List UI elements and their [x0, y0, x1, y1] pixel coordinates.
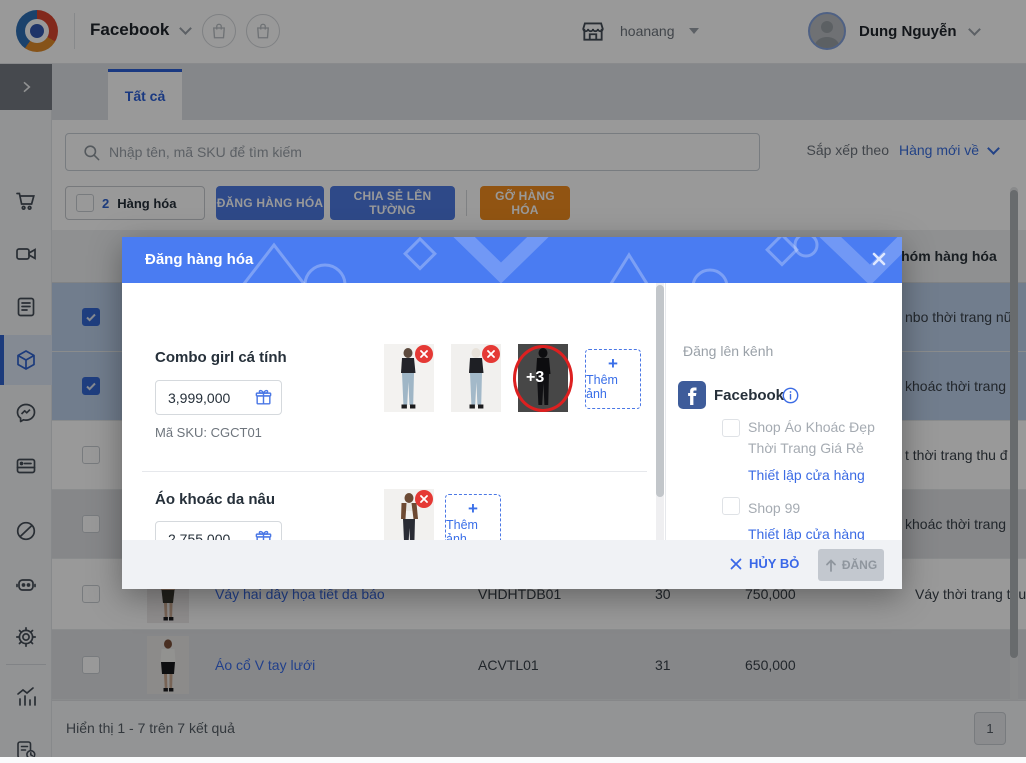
modal-footer: HỦY BỎ ĐĂNG	[122, 540, 902, 589]
facebook-icon	[678, 381, 706, 409]
plus-icon: +	[608, 354, 618, 373]
post-products-modal: Đăng hàng hóa Combo girl cá tính Mã SKU:…	[122, 237, 902, 589]
channel-panel-title: Đăng lên kênh	[683, 343, 774, 359]
channel-name: Facebook	[714, 387, 785, 404]
gift-price-icon[interactable]	[254, 388, 273, 407]
close-icon	[420, 495, 428, 503]
remove-image-button[interactable]	[415, 490, 433, 508]
submit-button[interactable]: ĐĂNG	[818, 549, 884, 581]
highlight-circle	[513, 345, 573, 412]
modal-body: Combo girl cá tính Mã SKU: CGCT01 +3	[122, 283, 902, 581]
bottom-strip	[0, 757, 1026, 763]
shop-checkbox[interactable]	[722, 419, 740, 437]
app-root: Facebook hoanang Dung Nguyễn Tất cả Nhập…	[0, 0, 1026, 763]
arrow-up-icon	[825, 558, 836, 572]
modal-product-name: Combo girl cá tính	[155, 349, 287, 366]
add-image-label: Thêm ảnh	[586, 373, 618, 401]
cancel-label: HỦY BỎ	[749, 556, 800, 571]
close-icon	[487, 350, 495, 358]
close-icon	[420, 350, 428, 358]
shop-setup-link[interactable]: Thiết lập cửa hàng	[748, 467, 865, 483]
modal-product-sku: Mã SKU: CGCT01	[155, 425, 262, 440]
panel-divider	[665, 283, 666, 540]
modal-header: Đăng hàng hóa	[122, 237, 902, 283]
gift-icon	[255, 389, 272, 405]
close-icon	[872, 252, 886, 266]
modal-scrollbar-thumb[interactable]	[656, 285, 664, 497]
cancel-button[interactable]: HỦY BỎ	[730, 556, 799, 571]
info-icon[interactable]	[782, 387, 799, 404]
remove-image-button[interactable]	[415, 345, 433, 363]
product-image	[384, 344, 434, 412]
modal-product-name: Áo khoác da nâu	[155, 491, 276, 508]
shop-name: Shop Áo Khoác Đẹp Thời Trang Giá Rẻ	[748, 419, 875, 456]
close-icon	[730, 558, 742, 569]
remove-image-button[interactable]	[482, 345, 500, 363]
product-image	[451, 344, 501, 412]
modal-title: Đăng hàng hóa	[145, 251, 254, 268]
product-divider	[142, 471, 647, 472]
price-field	[155, 380, 282, 415]
shop-name: Shop 99	[748, 500, 801, 516]
plus-icon: +	[468, 499, 478, 518]
submit-label: ĐĂNG	[841, 558, 878, 572]
shop-checkbox[interactable]	[722, 497, 740, 515]
add-image-button[interactable]: + Thêm ảnh	[585, 349, 641, 409]
price-input[interactable]	[156, 381, 244, 414]
modal-close-button[interactable]	[872, 252, 886, 266]
